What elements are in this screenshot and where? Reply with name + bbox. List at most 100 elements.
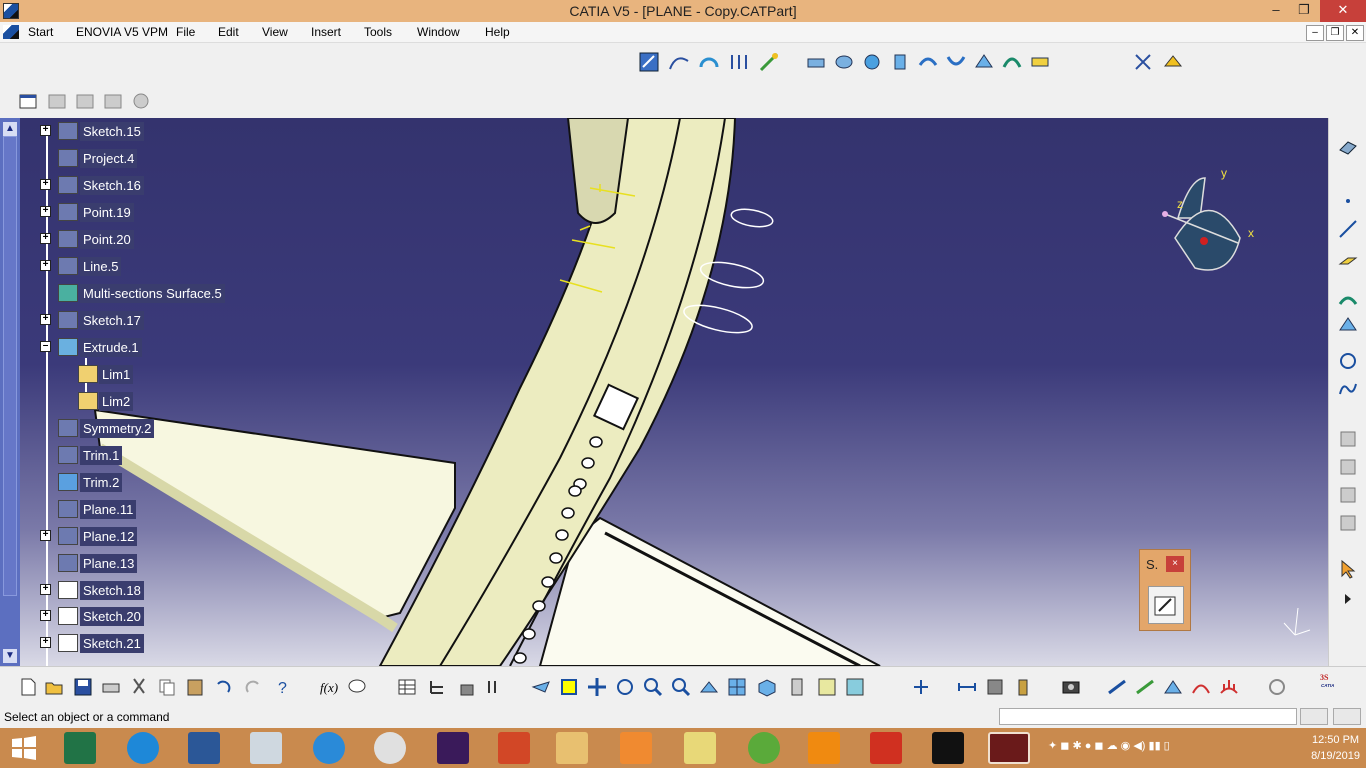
sticky-notes-icon[interactable] [684,732,716,764]
plane-tool-icon[interactable] [1337,136,1359,158]
parameters-icon[interactable] [484,676,506,698]
join-tool-icon[interactable] [1337,428,1359,450]
shading-icon[interactable] [786,676,808,698]
picsart-icon[interactable] [437,732,469,764]
doc-restore-button[interactable]: ❐ [1326,25,1344,41]
scroll-thumb[interactable] [3,136,17,596]
sweep-icon[interactable] [945,51,967,73]
connect-checker-icon[interactable] [1162,676,1184,698]
replay-icon[interactable] [130,90,152,112]
sketcher-icon[interactable] [638,51,660,73]
iso-view-icon[interactable] [756,676,778,698]
knowledge-icon[interactable] [346,676,368,698]
select-cursor-icon[interactable] [1337,558,1359,580]
measure-inertia-icon[interactable] [1012,676,1034,698]
windows-start-icon[interactable] [8,732,40,764]
minimize-button[interactable]: – [1262,0,1290,22]
curve-tool-icon[interactable] [1337,378,1359,400]
untrim-tool-icon[interactable] [1337,484,1359,506]
performance-monitor-icon[interactable] [250,732,282,764]
video-player-icon[interactable] [620,732,652,764]
tree-scrollbar[interactable]: ▲ ▼ [0,118,20,666]
swap-visible-space-icon[interactable] [844,676,866,698]
powerpoint-icon[interactable] [498,732,530,764]
print-icon[interactable] [100,676,122,698]
arc-icon[interactable] [698,51,720,73]
rotate-icon[interactable] [614,676,636,698]
command-cancel-button[interactable] [1333,708,1361,725]
menu-enovia[interactable]: ENOVIA V5 VPM [76,25,168,39]
menu-start[interactable]: Start [28,25,53,39]
command-input[interactable] [999,708,1297,725]
command-ok-button[interactable] [1300,708,1328,725]
measure-icon[interactable] [956,676,978,698]
tree-expand-icon[interactable] [426,676,448,698]
menu-window[interactable]: Window [417,25,460,39]
projection-icon[interactable] [728,51,750,73]
refresh-icon[interactable] [1266,676,1288,698]
revolve-icon[interactable] [833,51,855,73]
measure-item-icon[interactable] [984,676,1006,698]
multi-section-icon[interactable] [1001,51,1023,73]
analysis-icon[interactable] [1134,676,1156,698]
redo-icon[interactable] [242,676,264,698]
sketch-button[interactable] [1148,586,1184,624]
network-icon[interactable] [313,732,345,764]
internet-explorer-icon[interactable] [127,732,159,764]
update-icon[interactable] [910,676,932,698]
normal-view-icon[interactable] [698,676,720,698]
taskbar-clock[interactable]: 12:50 PM 8/19/2019 [1311,732,1360,764]
point-tool-icon[interactable] [1337,190,1359,212]
copy-icon[interactable] [156,676,178,698]
pdf-reader-icon[interactable] [870,732,902,764]
menu-edit[interactable]: Edit [218,25,239,39]
scan-icon[interactable] [46,90,68,112]
catia-task-icon[interactable] [988,732,1030,764]
disassemble-tool-icon[interactable] [1337,512,1359,534]
doc-close-button[interactable]: ✕ [1346,25,1364,41]
3d-viewport[interactable]: y x z [0,118,1328,666]
word-icon[interactable] [188,732,220,764]
apply-material-icon[interactable] [1106,676,1128,698]
curvature-icon[interactable] [1190,676,1212,698]
surface-tool-icon[interactable] [1337,288,1359,310]
step-icon[interactable] [102,90,124,112]
plane-definition-icon[interactable] [1337,250,1359,272]
scroll-down-icon[interactable]: ▼ [3,649,17,663]
extrude-surface-icon[interactable] [805,51,827,73]
fly-mode-icon[interactable] [530,676,552,698]
toolbar-expand-icon[interactable] [1337,588,1359,610]
offset-icon[interactable] [917,51,939,73]
new-icon[interactable] [17,676,39,698]
lock-icon[interactable] [456,676,478,698]
undo-icon[interactable] [212,676,234,698]
menu-insert[interactable]: Insert [311,25,341,39]
system-tray-icons[interactable]: ✦ ◼ ✱ ● ◼ ☁ ◉ ◀) ▮▮ ▯ [1048,739,1248,757]
menu-tools[interactable]: Tools [364,25,392,39]
define-in-work-icon[interactable] [74,90,96,112]
close-button[interactable]: ✕ [1320,0,1366,22]
zoom-out-icon[interactable] [670,676,692,698]
hide-show-icon[interactable] [816,676,838,698]
table-icon[interactable] [396,676,418,698]
porcupine-icon[interactable] [1218,676,1240,698]
formula-icon[interactable]: f(x) [318,676,340,698]
menu-file[interactable]: File [176,25,195,39]
multi-view-icon[interactable] [726,676,748,698]
restore-button[interactable]: ❐ [1290,0,1318,22]
line-tool-icon[interactable] [1337,218,1359,240]
fit-all-icon[interactable] [558,676,580,698]
fill-tool-icon[interactable] [1337,314,1359,336]
axis-system-icon[interactable] [1132,51,1154,73]
whats-this-icon[interactable]: ? [272,676,294,698]
pan-icon[interactable] [586,676,608,698]
file-explorer-icon[interactable] [556,732,588,764]
utorrent-icon[interactable] [748,732,780,764]
media-app-icon[interactable] [932,732,964,764]
cylinder-icon[interactable] [889,51,911,73]
save-icon[interactable] [72,676,94,698]
publish-icon[interactable] [1162,51,1184,73]
start-menu-icon[interactable] [3,25,19,39]
extract-icon[interactable] [758,51,780,73]
menu-view[interactable]: View [262,25,288,39]
